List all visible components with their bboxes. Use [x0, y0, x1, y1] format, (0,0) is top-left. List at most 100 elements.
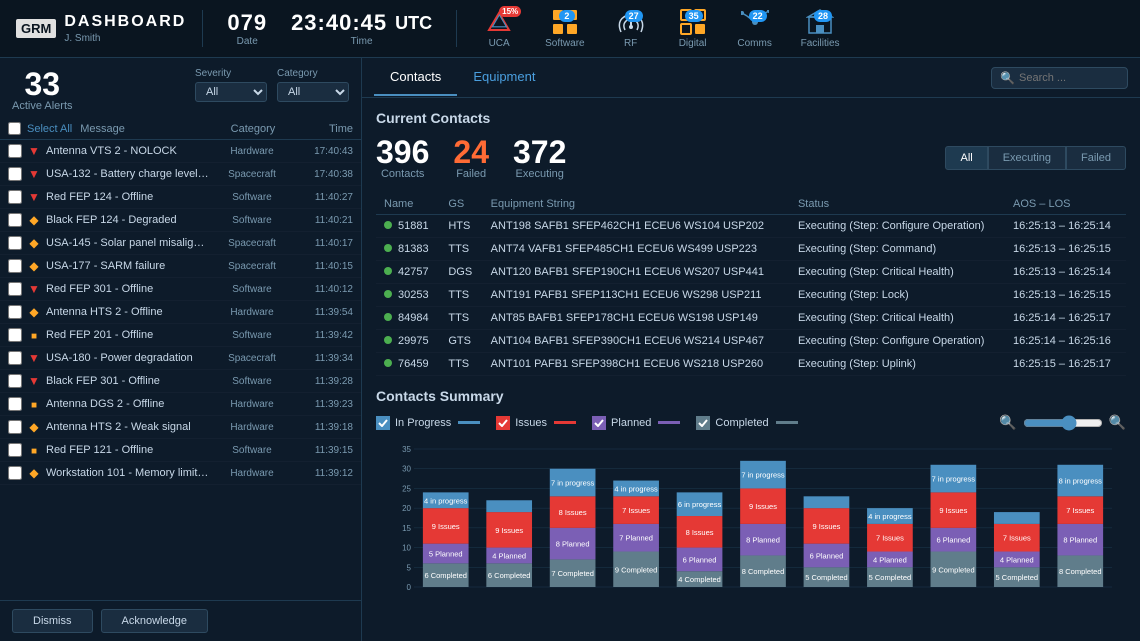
- alert-checkbox[interactable]: [8, 397, 22, 411]
- alert-row[interactable]: ◆ Workstation 101 - Memory limit reached…: [0, 462, 361, 485]
- table-row[interactable]: 51881 HTS ANT198 SAFB1 SFEP462CH1 ECEU6 …: [376, 215, 1126, 238]
- alert-icon: ◆: [26, 236, 42, 250]
- date-value: 079: [227, 10, 267, 36]
- tab-equipment[interactable]: Equipment: [457, 59, 551, 96]
- alert-category: Hardware: [213, 468, 291, 479]
- cell-gs: DGS: [440, 261, 482, 284]
- search-input[interactable]: [1019, 72, 1119, 84]
- alert-checkbox[interactable]: [8, 351, 22, 365]
- legend-completed: Completed: [696, 416, 797, 430]
- svg-text:8 Planned: 8 Planned: [746, 536, 780, 545]
- failed-contacts: 24: [453, 136, 489, 168]
- zoom-controls: 🔍 🔍: [999, 414, 1126, 431]
- right-panel: Contacts Equipment 🔍 Current Contacts 39…: [362, 58, 1140, 641]
- cell-name: 51881: [376, 215, 440, 238]
- nav-item-uca[interactable]: 15% UCA: [469, 4, 529, 53]
- nav-item-rf[interactable]: 27 RF: [601, 4, 661, 53]
- svg-text:30: 30: [402, 465, 411, 474]
- nav-icons: 15% UCA 2 Software: [457, 4, 1140, 53]
- alert-checkbox[interactable]: [8, 236, 22, 250]
- nav-item-digital[interactable]: 35 Digital: [665, 4, 721, 53]
- dismiss-button[interactable]: Dismiss: [12, 609, 93, 633]
- cell-status: Executing (Step: Uplink): [790, 353, 1005, 376]
- alert-row[interactable]: ■ Antenna DGS 2 - Offline Hardware 11:39…: [0, 393, 361, 416]
- table-row[interactable]: 29975 GTS ANT104 BAFB1 SFEP390CH1 ECEU6 …: [376, 330, 1126, 353]
- alerts-table-header: Select All Message Category Time: [0, 118, 361, 140]
- table-row[interactable]: 76459 TTS ANT101 PAFB1 SFEP398CH1 ECEU6 …: [376, 353, 1126, 376]
- cell-equipment: ANT191 PAFB1 SFEP113CH1 ECEU6 WS298 USP2…: [483, 284, 790, 307]
- alert-category: Spacecraft: [213, 261, 291, 272]
- alert-checkbox[interactable]: [8, 190, 22, 204]
- svg-text:7 Issues: 7 Issues: [876, 534, 904, 543]
- zoom-in-icon[interactable]: 🔍: [1109, 414, 1126, 431]
- category-select[interactable]: All: [277, 82, 349, 102]
- table-row[interactable]: 42757 DGS ANT120 BAFB1 SFEP190CH1 ECEU6 …: [376, 261, 1126, 284]
- alert-checkbox[interactable]: [8, 305, 22, 319]
- svg-text:7 Issues: 7 Issues: [622, 506, 650, 515]
- alert-row[interactable]: ◆ USA-145 - Solar panel misalignment Spa…: [0, 232, 361, 255]
- alert-row[interactable]: ◆ Black FEP 124 - Degraded Software 11:4…: [0, 209, 361, 232]
- alert-checkbox[interactable]: [8, 167, 22, 181]
- zoom-slider[interactable]: [1023, 415, 1103, 431]
- nav-label-rf: RF: [624, 38, 637, 49]
- tab-contacts[interactable]: Contacts: [374, 59, 457, 96]
- status-dot: [384, 267, 392, 275]
- alert-message: Black FEP 301 - Offline: [46, 375, 209, 387]
- cell-aos-los: 16:25:15 – 16:25:17: [1005, 353, 1126, 376]
- alert-row[interactable]: ▼ USA-180 - Power degradation Spacecraft…: [0, 347, 361, 370]
- alert-checkbox[interactable]: [8, 282, 22, 296]
- svg-text:8 Completed: 8 Completed: [742, 567, 785, 576]
- acknowledge-button[interactable]: Acknowledge: [101, 609, 208, 633]
- alert-checkbox[interactable]: [8, 213, 22, 227]
- filter-all-btn[interactable]: All: [945, 146, 987, 170]
- alert-checkbox[interactable]: [8, 420, 22, 434]
- chart-container: 051015202530356 Completed5 Planned9 Issu…: [376, 439, 1126, 607]
- alert-row[interactable]: ▼ Antenna VTS 2 - NOLOCK Hardware 17:40:…: [0, 140, 361, 163]
- alert-icon: ▼: [26, 351, 42, 365]
- cell-name: 30253: [376, 284, 440, 307]
- alert-row[interactable]: ■ Red FEP 121 - Offline Software 11:39:1…: [0, 439, 361, 462]
- nav-item-software[interactable]: 2 Software: [533, 4, 596, 53]
- alert-checkbox[interactable]: [8, 328, 22, 342]
- svg-text:15: 15: [402, 524, 411, 533]
- alert-checkbox[interactable]: [8, 144, 22, 158]
- alert-time: 11:39:54: [295, 307, 353, 318]
- alert-checkbox[interactable]: [8, 443, 22, 457]
- cell-equipment: ANT101 PAFB1 SFEP398CH1 ECEU6 WS218 USP2…: [483, 353, 790, 376]
- filter-executing-btn[interactable]: Executing: [988, 146, 1066, 170]
- alert-icon: ◆: [26, 420, 42, 434]
- search-icon: 🔍: [1000, 71, 1015, 85]
- svg-text:7 in progress: 7 in progress: [551, 479, 595, 488]
- app-title: DASHBOARD: [64, 13, 186, 31]
- alert-row[interactable]: ◆ USA-177 - SARM failure Spacecraft 11:4…: [0, 255, 361, 278]
- alert-row[interactable]: ■ Red FEP 201 - Offline Software 11:39:4…: [0, 324, 361, 347]
- select-all-checkbox[interactable]: [8, 122, 21, 135]
- software-badge: 2: [559, 10, 575, 22]
- filter-failed-btn[interactable]: Failed: [1066, 146, 1126, 170]
- severity-select[interactable]: All: [195, 82, 267, 102]
- alert-checkbox[interactable]: [8, 259, 22, 273]
- zoom-out-icon[interactable]: 🔍: [999, 414, 1016, 431]
- table-row[interactable]: 81383 TTS ANT74 VAFB1 SFEP485CH1 ECEU6 W…: [376, 238, 1126, 261]
- alert-row[interactable]: ▼ Red FEP 301 - Offline Software 11:40:1…: [0, 278, 361, 301]
- alert-row[interactable]: ▼ Black FEP 301 - Offline Software 11:39…: [0, 370, 361, 393]
- alert-message: USA-145 - Solar panel misalignment: [46, 237, 209, 249]
- diamond-yellow-icon: ◆: [29, 466, 38, 480]
- table-row[interactable]: 30253 TTS ANT191 PAFB1 SFEP113CH1 ECEU6 …: [376, 284, 1126, 307]
- alert-row[interactable]: ▼ Red FEP 124 - Offline Software 11:40:2…: [0, 186, 361, 209]
- alert-row[interactable]: ◆ Antenna HTS 2 - Offline Hardware 11:39…: [0, 301, 361, 324]
- cell-equipment: ANT198 SAFB1 SFEP462CH1 ECEU6 WS104 USP2…: [483, 215, 790, 238]
- square-yellow-icon: ■: [31, 331, 37, 342]
- alert-checkbox[interactable]: [8, 374, 22, 388]
- nav-item-comms[interactable]: 22 Comms: [725, 4, 785, 53]
- alert-checkbox[interactable]: [8, 466, 22, 480]
- nav-item-facilities[interactable]: 28 Facilities: [789, 4, 852, 53]
- legend-issues-label: Issues: [515, 417, 547, 429]
- alert-icon: ◆: [26, 466, 42, 480]
- alert-row[interactable]: ▼ USA-132 - Battery charge level low Spa…: [0, 163, 361, 186]
- table-row[interactable]: 84984 TTS ANT85 BAFB1 SFEP178CH1 ECEU6 W…: [376, 307, 1126, 330]
- alert-row[interactable]: ◆ Antenna HTS 2 - Weak signal Hardware 1…: [0, 416, 361, 439]
- cell-status: Executing (Step: Configure Operation): [790, 330, 1005, 353]
- select-all[interactable]: Select All: [8, 122, 72, 135]
- svg-text:6 Completed: 6 Completed: [424, 571, 467, 580]
